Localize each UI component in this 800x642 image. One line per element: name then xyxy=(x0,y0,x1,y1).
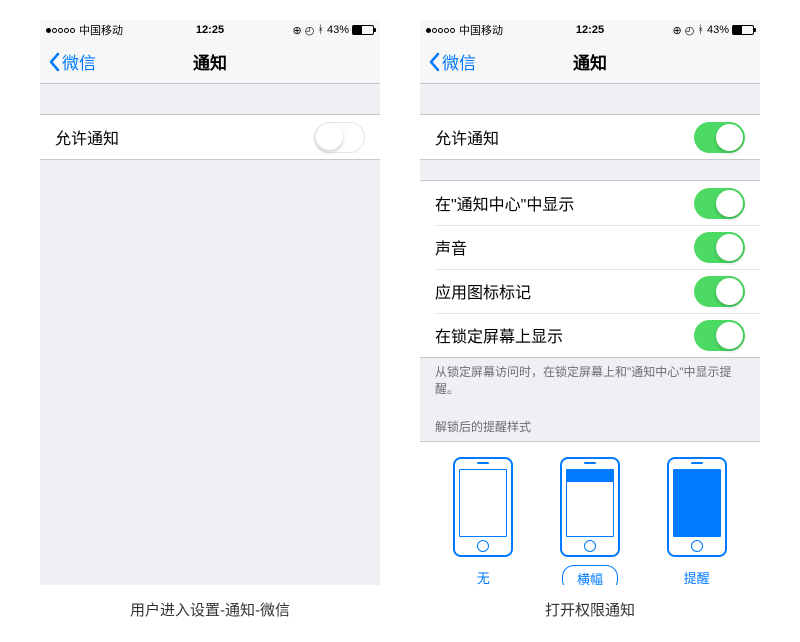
signal-strength-icon xyxy=(46,28,75,33)
status-bar: 中国移动 12:25 ⊕ ◴ ᚼ 43% xyxy=(40,20,380,40)
phone-outline-icon xyxy=(667,457,727,557)
signal-strength-icon xyxy=(426,28,455,33)
allow-notifications-row: 允许通知 xyxy=(40,115,380,159)
settings-toggle[interactable] xyxy=(694,276,745,307)
back-label: 微信 xyxy=(62,49,96,74)
allow-notifications-toggle[interactable] xyxy=(694,122,745,153)
alert-style-header: 解锁后的提醒样式 xyxy=(420,404,760,441)
settings-row: 在锁定屏幕上显示 xyxy=(420,313,760,357)
settings-row-label: 在"通知中心"中显示 xyxy=(435,191,574,215)
status-time: 12:25 xyxy=(576,24,604,36)
right-caption: 打开权限通知 xyxy=(420,599,760,620)
back-label: 微信 xyxy=(442,49,476,74)
lock-screen-footer: 从锁定屏幕访问时，在锁定屏幕上和"通知中心"中显示提醒。 xyxy=(420,358,760,404)
allow-notifications-row: 允许通知 xyxy=(420,115,760,159)
alert-style-option-alert[interactable]: 提醒 xyxy=(667,457,727,585)
bluetooth-icon: ᚼ xyxy=(697,24,704,36)
settings-row: 声音 xyxy=(420,225,760,269)
orientation-lock-icon: ⊕ xyxy=(293,24,302,37)
carrier-label: 中国移动 xyxy=(459,22,503,38)
chevron-left-icon xyxy=(428,52,440,72)
alert-style-option-banner[interactable]: 横幅 xyxy=(560,457,620,585)
alarm-icon: ◴ xyxy=(305,24,315,37)
nav-bar: 微信 通知 xyxy=(40,40,380,84)
back-button[interactable]: 微信 xyxy=(48,49,96,74)
settings-row: 在"通知中心"中显示 xyxy=(420,181,760,225)
left-caption: 用户进入设置-通知-微信 xyxy=(40,599,380,620)
alert-style-label: 提醒 xyxy=(670,565,724,585)
battery-pct: 43% xyxy=(327,24,349,36)
battery-pct: 43% xyxy=(707,24,729,36)
settings-row: 应用图标标记 xyxy=(420,269,760,313)
battery-icon xyxy=(352,25,374,35)
allow-notifications-label: 允许通知 xyxy=(55,125,119,149)
nav-title: 通知 xyxy=(193,49,227,74)
phone-outline-icon xyxy=(560,457,620,557)
battery-icon xyxy=(732,25,754,35)
nav-bar: 微信 通知 xyxy=(420,40,760,84)
phone-outline-icon xyxy=(453,457,513,557)
allow-notifications-toggle[interactable] xyxy=(314,122,365,153)
settings-toggle[interactable] xyxy=(694,320,745,351)
alert-style-option-none[interactable]: 无 xyxy=(453,457,513,585)
settings-row-label: 在锁定屏幕上显示 xyxy=(435,323,563,347)
settings-toggle[interactable] xyxy=(694,188,745,219)
orientation-lock-icon: ⊕ xyxy=(673,24,682,37)
status-bar: 中国移动 12:25 ⊕ ◴ ᚼ 43% xyxy=(420,20,760,40)
settings-toggle[interactable] xyxy=(694,232,745,263)
chevron-left-icon xyxy=(48,52,60,72)
bluetooth-icon: ᚼ xyxy=(317,24,324,36)
carrier-label: 中国移动 xyxy=(79,22,123,38)
settings-row-label: 声音 xyxy=(435,235,467,259)
status-time: 12:25 xyxy=(196,24,224,36)
alert-style-label: 横幅 xyxy=(562,565,618,585)
nav-title: 通知 xyxy=(573,49,607,74)
allow-notifications-label: 允许通知 xyxy=(435,125,499,149)
settings-row-label: 应用图标标记 xyxy=(435,279,531,303)
alert-style-label: 无 xyxy=(463,565,504,585)
phone-screenshot-left: 中国移动 12:25 ⊕ ◴ ᚼ 43% 微信 xyxy=(40,20,380,585)
back-button[interactable]: 微信 xyxy=(428,49,476,74)
phone-screenshot-right: 中国移动 12:25 ⊕ ◴ ᚼ 43% 微信 xyxy=(420,20,760,585)
alarm-icon: ◴ xyxy=(685,24,695,37)
